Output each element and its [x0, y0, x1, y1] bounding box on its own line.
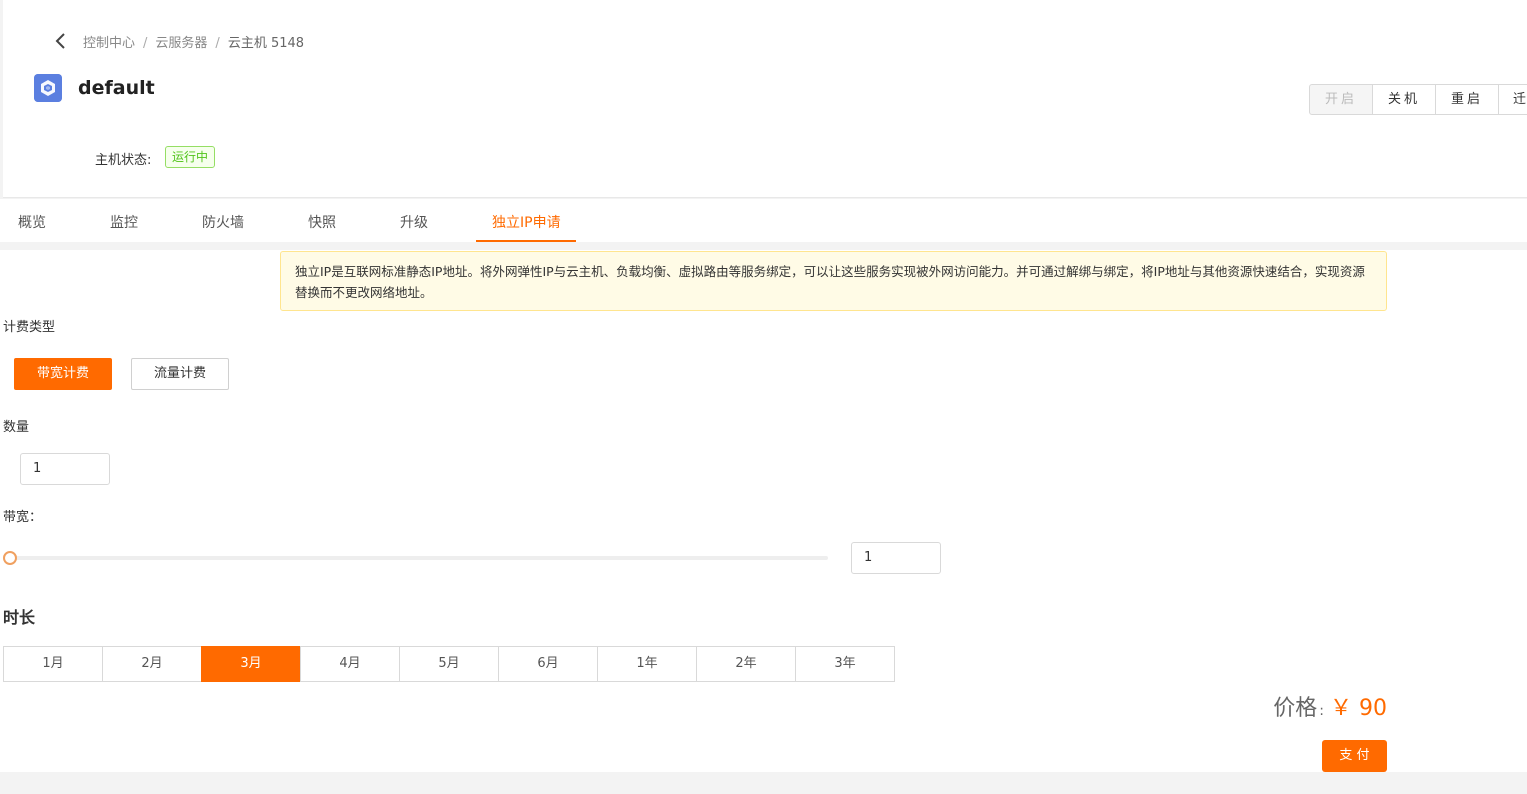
tab-upgrade[interactable]: 升级: [400, 212, 428, 232]
breadcrumb-cloud-servers[interactable]: 云服务器: [155, 36, 207, 51]
breadcrumb-control-center[interactable]: 控制中心: [83, 36, 135, 51]
breadcrumb-current: 云主机 5148: [227, 36, 305, 51]
duration-option[interactable]: 2年: [696, 646, 796, 682]
tab-snapshot[interactable]: 快照: [308, 212, 336, 232]
bandwidth-slider-track[interactable]: [10, 556, 828, 560]
start-button[interactable]: 开启: [1309, 84, 1373, 115]
tab-overview[interactable]: 概览: [18, 212, 46, 232]
status-badge: 运行中: [165, 146, 216, 168]
breadcrumb-separator: /: [143, 36, 148, 51]
duration-option[interactable]: 6月: [498, 646, 598, 682]
price-value: ￥ 90: [1330, 696, 1387, 721]
bandwidth-slider-handle[interactable]: [3, 551, 17, 565]
duration-option[interactable]: 2月: [102, 646, 202, 682]
price-display: 价格: ￥ 90: [1273, 690, 1387, 722]
page: 控制中心 / 云服务器 / 云主机 5148 default 主机状态: 运行中 开启 …: [0, 0, 1527, 794]
migrate-button[interactable]: 迁: [1498, 84, 1527, 115]
breadcrumb-separator: /: [215, 36, 220, 51]
duration-option[interactable]: 1年: [597, 646, 697, 682]
breadcrumb: 控制中心 / 云服务器 / 云主机 5148: [83, 32, 310, 51]
pay-button[interactable]: 支 付: [1322, 740, 1387, 772]
power-actions: 开启 关机 重启 迁: [1309, 84, 1527, 115]
price-label: 价格: [1273, 696, 1318, 721]
bandwidth-billing-button[interactable]: 带宽计费: [14, 358, 112, 390]
status-label: 主机状态:: [95, 153, 152, 168]
instance-header: 控制中心 / 云服务器 / 云主机 5148 default 主机状态: 运行中 开启 …: [3, 0, 1527, 198]
server-cube-icon: [34, 74, 62, 102]
info-notice: 独立IP是互联网标准静态IP地址。将外网弹性IP与云主机、负载均衡、虚拟路由等服…: [280, 251, 1387, 311]
quantity-label: 数量: [3, 420, 30, 435]
duration-option[interactable]: 1月: [3, 646, 103, 682]
bandwidth-label: 带宽：: [3, 510, 43, 525]
instance-title: default: [78, 77, 155, 99]
traffic-billing-button[interactable]: 流量计费: [131, 358, 229, 390]
billing-type-label: 计费类型: [3, 320, 56, 335]
tab-monitor[interactable]: 监控: [110, 212, 138, 232]
bandwidth-input[interactable]: 1: [851, 542, 941, 574]
price-colon: :: [1319, 703, 1324, 719]
duration-option[interactable]: 5月: [399, 646, 499, 682]
back-arrow-icon[interactable]: [53, 30, 69, 52]
tab-dedicated-ip[interactable]: 独立IP申请: [492, 212, 561, 232]
duration-option[interactable]: 4月: [300, 646, 400, 682]
duration-option[interactable]: 3年: [795, 646, 895, 682]
tab-bar: 概览 监控 防火墙 快照 升级 独立IP申请: [0, 199, 1527, 242]
active-tab-indicator: [476, 240, 576, 242]
dedicated-ip-form: 独立IP是互联网标准静态IP地址。将外网弹性IP与云主机、负载均衡、虚拟路由等服…: [0, 250, 1527, 772]
shutdown-button[interactable]: 关机: [1372, 84, 1436, 115]
duration-label: 时长: [3, 608, 36, 627]
tab-firewall[interactable]: 防火墙: [202, 212, 244, 232]
duration-option-selected[interactable]: 3月: [201, 646, 301, 682]
restart-button[interactable]: 重启: [1435, 84, 1499, 115]
duration-options: 1月 2月 3月 4月 5月 6月 1年 2年 3年: [3, 646, 895, 682]
quantity-input[interactable]: 1: [20, 453, 110, 485]
